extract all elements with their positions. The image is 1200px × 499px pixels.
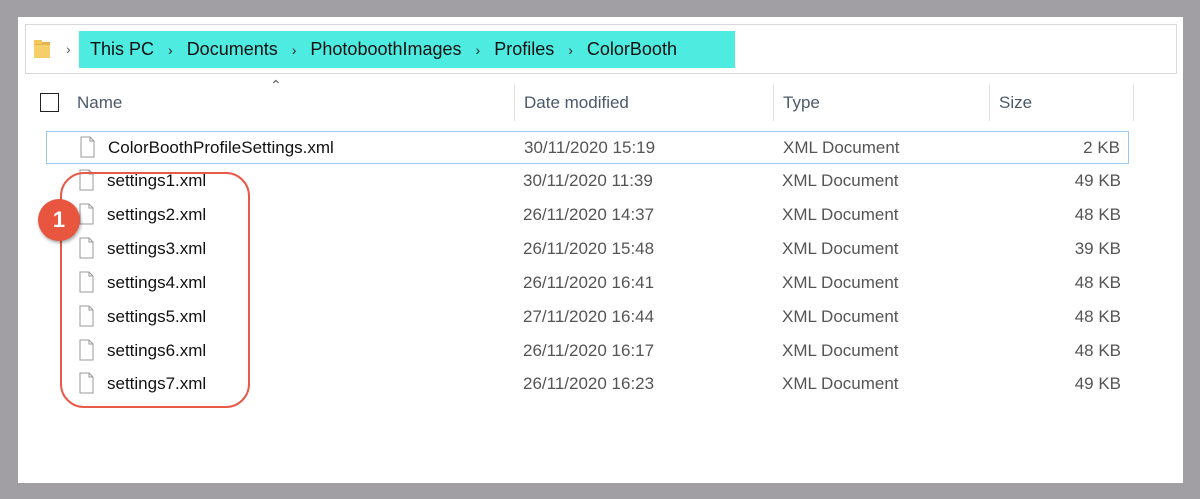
address-bar[interactable]: › This PC › Documents › PhotoboothImages… <box>25 24 1177 74</box>
file-date: 30/11/2020 15:19 <box>524 138 656 157</box>
column-name[interactable]: Name <box>77 93 122 113</box>
select-all-checkbox[interactable] <box>40 93 59 112</box>
chevron-right-icon[interactable]: › <box>66 41 78 57</box>
column-divider[interactable] <box>514 85 515 121</box>
breadcrumb-profiles[interactable]: Profiles <box>494 39 554 60</box>
annotation-badge: 1 <box>38 199 80 241</box>
breadcrumb-documents[interactable]: Documents <box>187 39 278 60</box>
file-size: 48 KB <box>1074 307 1121 326</box>
breadcrumb-this-pc[interactable]: This PC <box>90 39 154 60</box>
column-divider[interactable] <box>773 85 774 121</box>
file-icon <box>80 136 95 158</box>
column-size[interactable]: Size <box>999 93 1032 113</box>
file-size: 39 KB <box>1074 239 1121 258</box>
file-type: XML Document <box>783 138 900 157</box>
file-date: 26/11/2020 14:37 <box>523 205 655 224</box>
file-type: XML Document <box>782 205 899 224</box>
file-type: XML Document <box>782 341 899 360</box>
breadcrumb-colorbooth[interactable]: ColorBooth <box>587 39 677 60</box>
file-size: 48 KB <box>1074 273 1121 292</box>
chevron-right-icon[interactable]: › <box>168 42 173 58</box>
file-date: 26/11/2020 16:23 <box>523 374 655 393</box>
breadcrumb: This PC › Documents › PhotoboothImages ›… <box>90 31 677 68</box>
folder-icon <box>34 40 50 58</box>
file-type: XML Document <box>782 273 899 292</box>
chevron-right-icon[interactable]: › <box>568 42 573 58</box>
file-row[interactable]: ColorBoothProfileSettings.xml 30/11/2020… <box>46 131 1129 164</box>
file-type: XML Document <box>782 307 899 326</box>
file-date: 30/11/2020 11:39 <box>523 171 653 190</box>
file-date: 27/11/2020 16:44 <box>523 307 655 326</box>
annotation-outline <box>60 172 250 408</box>
file-size: 48 KB <box>1074 205 1121 224</box>
chevron-right-icon[interactable]: › <box>292 42 297 58</box>
file-date: 26/11/2020 16:41 <box>523 273 655 292</box>
column-header: Name Date modified Type Size <box>18 85 1183 121</box>
file-name: ColorBoothProfileSettings.xml <box>108 138 334 157</box>
file-date: 26/11/2020 15:48 <box>523 239 655 258</box>
file-type: XML Document <box>782 239 899 258</box>
breadcrumb-photoboothimages[interactable]: PhotoboothImages <box>310 39 461 60</box>
file-type: XML Document <box>782 171 899 190</box>
file-size: 49 KB <box>1074 171 1121 190</box>
file-size: 49 KB <box>1074 374 1121 393</box>
file-size: 48 KB <box>1074 341 1121 360</box>
file-type: XML Document <box>782 374 899 393</box>
chevron-right-icon[interactable]: › <box>476 42 481 58</box>
column-divider[interactable] <box>989 85 990 121</box>
file-date: 26/11/2020 16:17 <box>523 341 655 360</box>
column-type[interactable]: Type <box>783 93 820 113</box>
column-date-modified[interactable]: Date modified <box>524 93 629 113</box>
column-divider[interactable] <box>1133 85 1134 121</box>
file-size: 2 KB <box>1083 138 1120 157</box>
